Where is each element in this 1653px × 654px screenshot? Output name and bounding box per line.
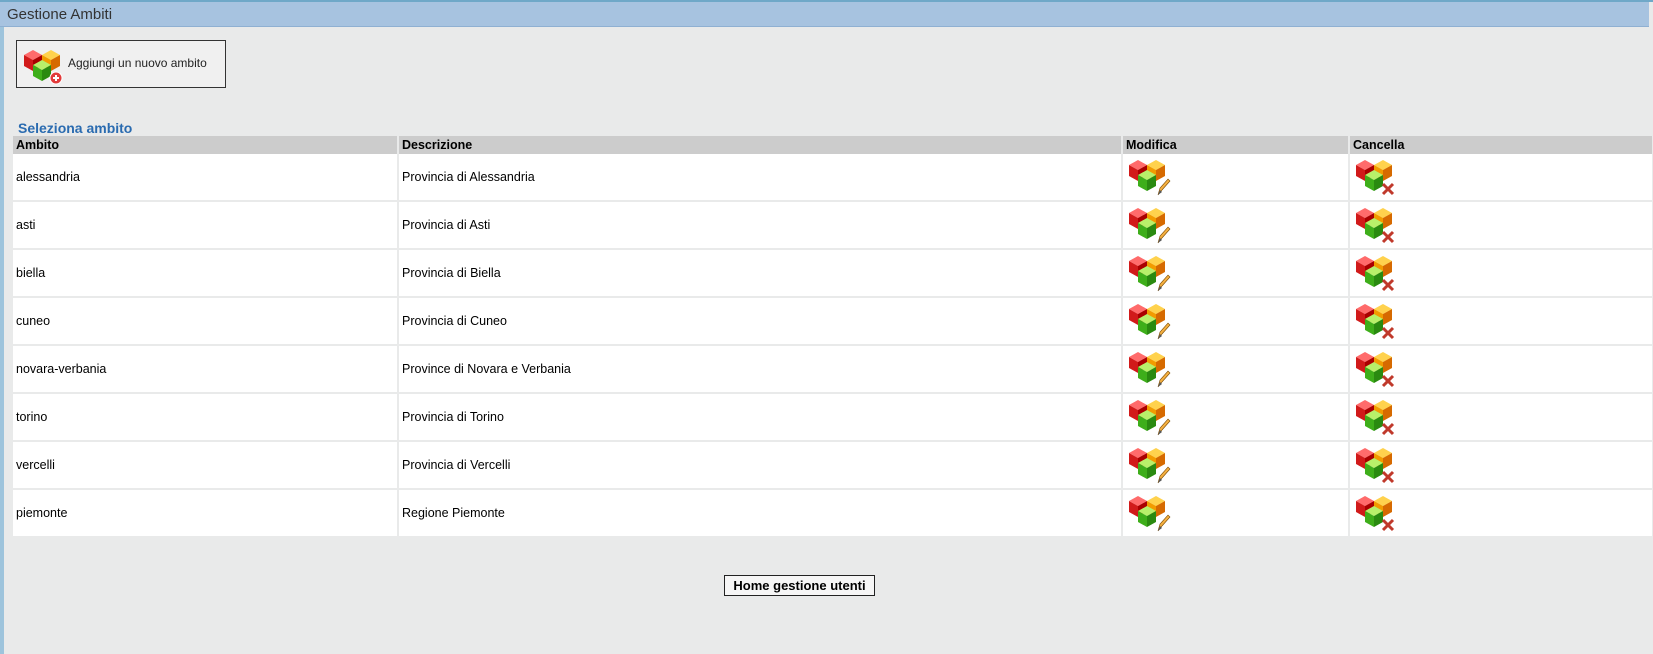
column-header-cancella: Cancella <box>1349 136 1653 154</box>
cell-descrizione: Provincia di Alessandria <box>398 154 1123 202</box>
cell-descrizione: Provincia di Asti <box>398 201 1123 250</box>
cell-descrizione: Regione Piemonte <box>398 489 1123 538</box>
ambiti-table: Ambito Descrizione Modifica Cancella ale… <box>13 136 1653 538</box>
cell-ambito: asti <box>13 201 399 250</box>
add-ambito-label: Aggiungi un nuovo ambito <box>68 56 207 70</box>
edit-ambito-button[interactable] <box>1125 251 1171 295</box>
cell-ambito: torino <box>13 393 399 442</box>
table-row: cuneo Provincia di Cuneo <box>13 297 1653 346</box>
cell-ambito: biella <box>13 249 399 298</box>
cubes-edit-icon <box>1129 400 1171 436</box>
cell-cancella <box>1349 345 1653 394</box>
cell-modifica <box>1122 297 1350 346</box>
cell-ambito: piemonte <box>13 489 399 538</box>
cubes-delete-icon <box>1356 208 1395 244</box>
cell-modifica <box>1122 489 1350 538</box>
cell-cancella <box>1349 441 1653 490</box>
column-header-ambito: Ambito <box>13 136 399 154</box>
table-row: piemonte Regione Piemonte <box>13 489 1653 538</box>
cell-descrizione: Provincia di Vercelli <box>398 441 1123 490</box>
cubes-edit-icon <box>1129 448 1171 484</box>
home-gestione-utenti-button[interactable]: Home gestione utenti <box>724 575 875 596</box>
title-bar: Gestione Ambiti <box>0 2 1649 27</box>
cubes-delete-icon <box>1356 400 1395 436</box>
cubes-delete-icon <box>1356 448 1395 484</box>
cell-modifica <box>1122 201 1350 250</box>
cubes-edit-icon <box>1129 208 1171 244</box>
edit-ambito-button[interactable] <box>1125 347 1171 391</box>
delete-ambito-button[interactable] <box>1352 347 1398 391</box>
edit-ambito-button[interactable] <box>1125 491 1171 535</box>
edit-ambito-button[interactable] <box>1125 299 1171 343</box>
table-row: novara-verbania Province di Novara e Ver… <box>13 345 1653 394</box>
delete-ambito-button[interactable] <box>1352 299 1398 343</box>
cell-ambito: novara-verbania <box>13 345 399 394</box>
edit-ambito-button[interactable] <box>1125 203 1171 247</box>
edit-ambito-button[interactable] <box>1125 395 1171 439</box>
cell-cancella <box>1349 393 1653 442</box>
cell-ambito: vercelli <box>13 441 399 490</box>
cell-modifica <box>1122 393 1350 442</box>
cell-ambito: cuneo <box>13 297 399 346</box>
delete-ambito-button[interactable] <box>1352 443 1398 487</box>
cubes-edit-icon <box>1129 304 1171 340</box>
cell-cancella <box>1349 154 1653 202</box>
page-title: Gestione Ambiti <box>7 6 113 23</box>
delete-ambito-button[interactable] <box>1352 155 1398 199</box>
cubes-delete-icon <box>1356 352 1395 388</box>
delete-ambito-button[interactable] <box>1352 395 1398 439</box>
cell-descrizione: Provincia di Biella <box>398 249 1123 298</box>
cubes-edit-icon <box>1129 352 1171 388</box>
cell-modifica <box>1122 345 1350 394</box>
cubes-edit-icon <box>1129 256 1171 292</box>
cell-cancella <box>1349 489 1653 538</box>
section-title: Seleziona ambito <box>18 120 133 136</box>
left-border <box>0 0 4 654</box>
table-row: alessandria Provincia di Alessandria <box>13 154 1653 202</box>
edit-ambito-button[interactable] <box>1125 443 1171 487</box>
cubes-add-icon <box>24 50 63 85</box>
delete-ambito-button[interactable] <box>1352 203 1398 247</box>
cell-modifica <box>1122 154 1350 202</box>
table-header-row: Ambito Descrizione Modifica Cancella <box>13 136 1653 154</box>
cell-descrizione: Province di Novara e Verbania <box>398 345 1123 394</box>
table-row: asti Provincia di Asti <box>13 201 1653 250</box>
column-header-descrizione: Descrizione <box>398 136 1123 154</box>
cubes-edit-icon <box>1129 496 1171 532</box>
cubes-delete-icon <box>1356 496 1395 532</box>
cell-cancella <box>1349 297 1653 346</box>
cubes-edit-icon <box>1129 160 1171 196</box>
table-row: vercelli Provincia di Vercelli <box>13 441 1653 490</box>
edit-ambito-button[interactable] <box>1125 155 1171 199</box>
cell-ambito: alessandria <box>13 154 399 202</box>
cubes-delete-icon <box>1356 256 1395 292</box>
table-row: torino Provincia di Torino <box>13 393 1653 442</box>
cubes-delete-icon <box>1356 160 1395 196</box>
column-header-modifica: Modifica <box>1122 136 1350 154</box>
table-row: biella Provincia di Biella <box>13 249 1653 298</box>
cell-descrizione: Provincia di Torino <box>398 393 1123 442</box>
cell-modifica <box>1122 249 1350 298</box>
cell-descrizione: Provincia di Cuneo <box>398 297 1123 346</box>
cubes-delete-icon <box>1356 304 1395 340</box>
cell-cancella <box>1349 201 1653 250</box>
delete-ambito-button[interactable] <box>1352 491 1398 535</box>
delete-ambito-button[interactable] <box>1352 251 1398 295</box>
cell-modifica <box>1122 441 1350 490</box>
cell-cancella <box>1349 249 1653 298</box>
add-ambito-button[interactable]: Aggiungi un nuovo ambito <box>16 40 226 88</box>
